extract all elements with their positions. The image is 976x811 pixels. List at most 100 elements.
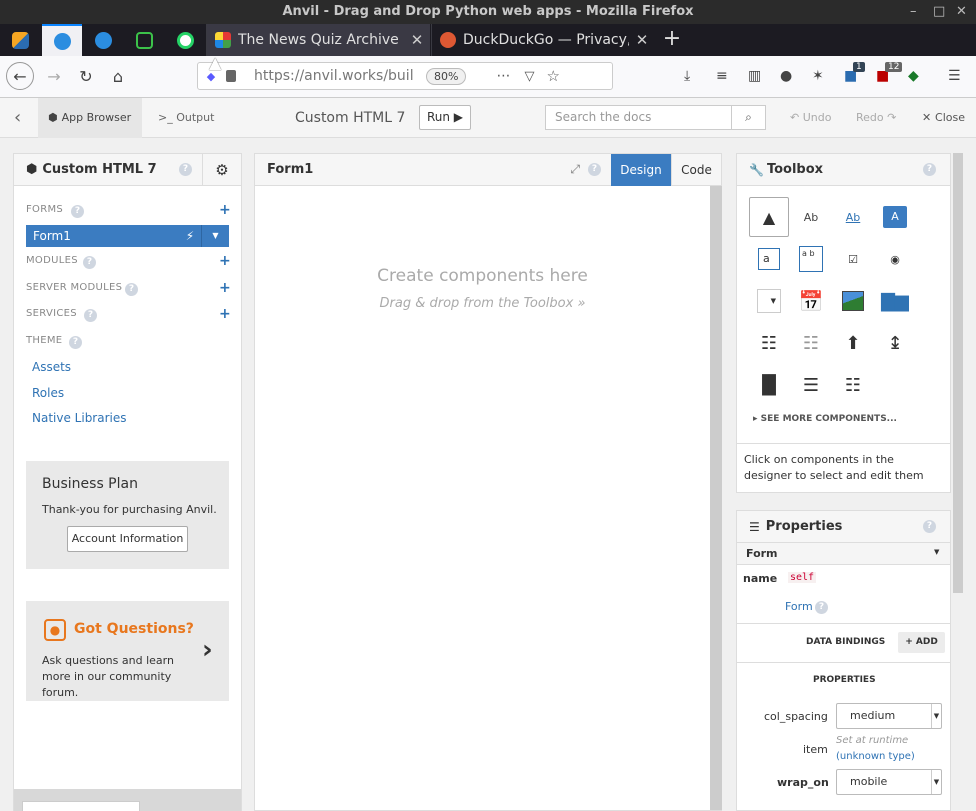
pinned-tab-whatsapp[interactable] (165, 24, 205, 56)
datepicker-tool[interactable]: 📅 (791, 281, 831, 321)
lightning-icon[interactable]: ⚡ (179, 229, 201, 243)
chevron-right-icon[interactable]: › (202, 635, 213, 665)
help-icon[interactable]: ? (69, 336, 82, 349)
help-icon[interactable]: ? (71, 205, 84, 218)
forward-icon[interactable]: → (40, 62, 68, 90)
repeating-panel-tool[interactable]: ☷ (791, 323, 831, 363)
download-icon[interactable]: ⤓ (684, 68, 690, 84)
form-item-form1[interactable]: Form1 ⚡ ▼ (26, 225, 229, 247)
checkbox-tool[interactable]: ☑ (833, 239, 873, 279)
textarea-tool[interactable]: a b (791, 239, 831, 279)
redo-button[interactable]: Redo ↷ (856, 98, 896, 138)
gear-icon[interactable]: ⚙ (202, 153, 241, 186)
linear-panel-tool[interactable]: ☷ (833, 365, 873, 405)
got-questions-box[interactable]: ● Got Questions? Ask questions and learn… (26, 601, 229, 701)
dropdown-icon[interactable]: ▼ (201, 225, 229, 247)
pointer-tool[interactable]: ▲ (749, 197, 789, 237)
flow-panel-tool[interactable]: ☰ (791, 365, 831, 405)
lock-icon[interactable] (226, 70, 236, 82)
col-spacing-select[interactable]: medium ▼ (836, 703, 942, 729)
home-icon[interactable]: ⌂ (104, 62, 132, 90)
library-icon[interactable]: ≡ (716, 68, 728, 84)
app-browser-label: App Browser (61, 111, 132, 124)
account-information-button[interactable]: Account Information (67, 526, 188, 552)
help-icon[interactable]: ? (125, 283, 138, 296)
label-tool[interactable]: Ab (791, 197, 831, 237)
theme-link-native-libraries[interactable]: Native Libraries (32, 411, 127, 425)
help-icon[interactable]: ? (588, 163, 601, 176)
help-icon[interactable]: ? (179, 163, 192, 176)
output-button[interactable]: >_ Output (158, 98, 214, 138)
collapse-icon[interactable]: ‹ (14, 98, 21, 138)
account-icon[interactable]: ● (780, 68, 792, 84)
theme-link-roles[interactable]: Roles (32, 386, 64, 400)
button-tool[interactable]: A (875, 197, 915, 237)
code-tab[interactable]: Code (671, 153, 721, 186)
sidebar-icon[interactable]: ▥ (748, 68, 761, 84)
form-link[interactable]: Form (785, 600, 813, 613)
component-type-selector[interactable]: Form ▼ (737, 543, 950, 565)
designer-canvas[interactable]: Form1 ⤢ ? Design Code Create components … (254, 153, 722, 811)
textbox-tool[interactable]: a (749, 239, 789, 279)
close-button[interactable]: ✕ Close (922, 98, 965, 138)
link-tool[interactable]: Ab (833, 197, 873, 237)
search-icon[interactable]: ⌕ (731, 106, 765, 129)
data-grid-tool[interactable]: ☷ (749, 323, 789, 363)
help-icon[interactable]: ? (923, 163, 936, 176)
item-value[interactable]: Set at runtime (836, 735, 908, 746)
minimize-icon[interactable]: – (910, 0, 917, 24)
pinned-tab-mail[interactable] (0, 24, 40, 56)
wrap-on-select[interactable]: mobile ▼ (836, 769, 942, 795)
theme-link-assets[interactable]: Assets (32, 360, 71, 374)
image-tool[interactable] (833, 281, 873, 321)
design-tab[interactable]: Design (611, 153, 671, 186)
help-icon[interactable]: ? (815, 601, 828, 614)
designer-scrollbar[interactable] (710, 186, 722, 810)
help-icon[interactable]: ? (923, 520, 936, 533)
pinned-tab-green[interactable] (124, 24, 164, 56)
undo-button[interactable]: ↶ Undo (790, 98, 831, 138)
plot-tool[interactable]: ▇▆ (875, 281, 915, 321)
see-more-components[interactable]: ▸ SEE MORE COMPONENTS... (753, 414, 897, 424)
help-icon[interactable]: ? (84, 309, 97, 322)
footer-dropdown[interactable] (22, 801, 140, 811)
app-title[interactable]: Custom HTML 7 (295, 98, 405, 138)
dropdown-tool[interactable]: ▼ (749, 281, 789, 321)
add-form-icon[interactable]: + (219, 202, 231, 218)
right-scrollbar[interactable] (953, 153, 963, 593)
docs-search-input[interactable]: Search the docs (546, 106, 731, 129)
hamburger-menu-icon[interactable]: ☰ (948, 68, 961, 84)
name-value[interactable]: self (788, 572, 817, 583)
help-icon[interactable]: ? (83, 256, 96, 269)
add-server-module-icon[interactable]: + (219, 280, 231, 296)
add-module-icon[interactable]: + (219, 253, 231, 269)
spacer-tool[interactable]: ↨ (875, 323, 915, 363)
privacy-badger-icon[interactable]: ◆ (908, 68, 919, 84)
maximize-icon[interactable]: □ (933, 0, 945, 24)
tab-news-quiz[interactable]: The News Quiz Archive ✕ (206, 24, 430, 56)
add-service-icon[interactable]: + (219, 306, 231, 322)
tab-duckduckgo[interactable]: DuckDuckGo — Privacy, simplified. ✕ (431, 24, 655, 56)
extension-icon[interactable]: ✶ (812, 68, 824, 84)
url-text[interactable]: https://anvil.works/build (254, 68, 414, 84)
reload-icon[interactable]: ↻ (72, 62, 100, 90)
column-panel-tool[interactable]: ▐▌ (749, 365, 789, 405)
add-binding-button[interactable]: + ADD (898, 632, 945, 653)
back-icon[interactable]: ← (6, 62, 34, 90)
pinned-tab-anvil-2[interactable] (83, 24, 123, 56)
radio-tool[interactable]: ◉ (875, 239, 915, 279)
run-button[interactable]: Run ▶ (419, 105, 471, 130)
close-tab-icon[interactable]: ✕ (629, 31, 655, 49)
pinned-tab-anvil[interactable] (42, 24, 82, 56)
url-bar[interactable]: ◆ https://anvil.works/build 80% ⋯ ▽ ☆ (197, 62, 613, 90)
new-tab-button[interactable]: + (660, 24, 684, 56)
pocket-icon[interactable]: ▽ (524, 69, 534, 84)
bookmark-star-icon[interactable]: ☆ (546, 67, 559, 85)
close-tab-icon[interactable]: ✕ (404, 31, 430, 49)
expand-icon[interactable]: ⤢ (570, 162, 580, 177)
file-loader-tool[interactable]: ⬆ (833, 323, 873, 363)
app-browser-button[interactable]: ⬢ App Browser (38, 98, 142, 138)
zoom-level[interactable]: 80% (426, 67, 467, 85)
close-window-icon[interactable]: ✕ (956, 0, 967, 24)
more-icon[interactable]: ⋯ (496, 68, 510, 84)
